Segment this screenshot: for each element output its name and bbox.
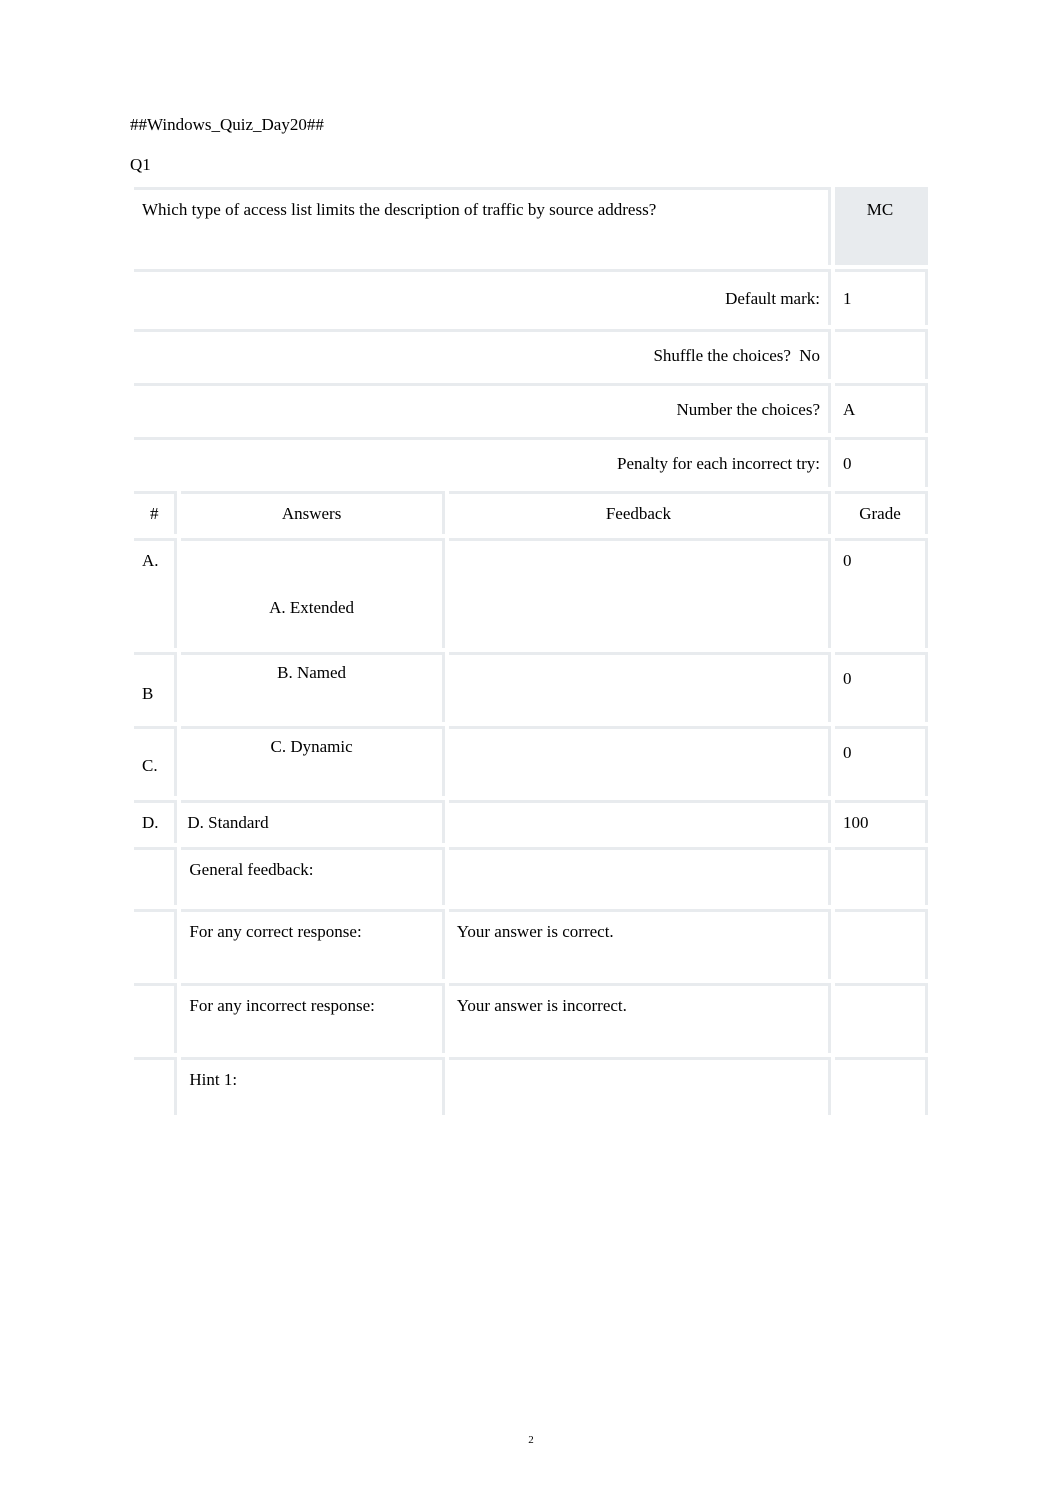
general-feedback-value [449,847,831,905]
fb-grade-spacer [835,847,928,905]
shuffle-label-text: Shuffle the choices? [653,346,791,365]
answer-text: B. Named [181,652,444,722]
number-choices-value: A [835,383,928,433]
answer-grade: 0 [835,652,928,722]
fb-grade-spacer [835,1057,928,1115]
incorrect-response-value: Your answer is incorrect. [449,983,831,1053]
answer-feedback [449,652,831,722]
answer-feedback [449,726,831,796]
shuffle-spacer [835,329,928,379]
answer-grade: 0 [835,726,928,796]
correct-response-value: Your answer is correct. [449,909,831,979]
shuffle-label: Shuffle the choices? No [134,329,831,379]
fb-grade-spacer [835,909,928,979]
answer-text: A. Extended [181,538,444,648]
answer-feedback [449,800,831,843]
hint1-label: Hint 1: [181,1057,444,1115]
answer-letter: A. [134,538,177,648]
fb-spacer [134,983,177,1053]
penalty-value: 0 [835,437,928,487]
number-choices-label: Number the choices? [134,383,831,433]
default-mark-label: Default mark: [134,269,831,325]
question-id: Q1 [130,155,932,175]
question-type: MC [835,187,928,265]
answer-text: C. Dynamic [181,726,444,796]
document-title: ##Windows_Quiz_Day20## [130,115,932,135]
fb-grade-spacer [835,983,928,1053]
default-mark-value: 1 [835,269,928,325]
fb-spacer [134,847,177,905]
fb-spacer [134,1057,177,1115]
answer-text: D. Standard [181,800,444,843]
header-answers: Answers [181,491,444,534]
general-feedback-label: General feedback: [181,847,444,905]
penalty-label: Penalty for each incorrect try: [134,437,831,487]
answer-grade: 0 [835,538,928,648]
answer-grade: 100 [835,800,928,843]
fb-spacer [134,909,177,979]
header-num: # [134,491,177,534]
question-text: Which type of access list limits the des… [134,187,831,265]
header-feedback: Feedback [449,491,831,534]
answer-feedback [449,538,831,648]
incorrect-response-label: For any incorrect response: [181,983,444,1053]
shuffle-value: No [795,346,820,365]
correct-response-label: For any correct response: [181,909,444,979]
quiz-table: Which type of access list limits the des… [130,183,932,1119]
page-number: 2 [528,1434,534,1446]
answer-letter: D. [134,800,177,843]
answer-letter: C. [134,726,177,796]
hint1-value [449,1057,831,1115]
header-grade: Grade [835,491,928,534]
answer-letter: B [134,652,177,722]
